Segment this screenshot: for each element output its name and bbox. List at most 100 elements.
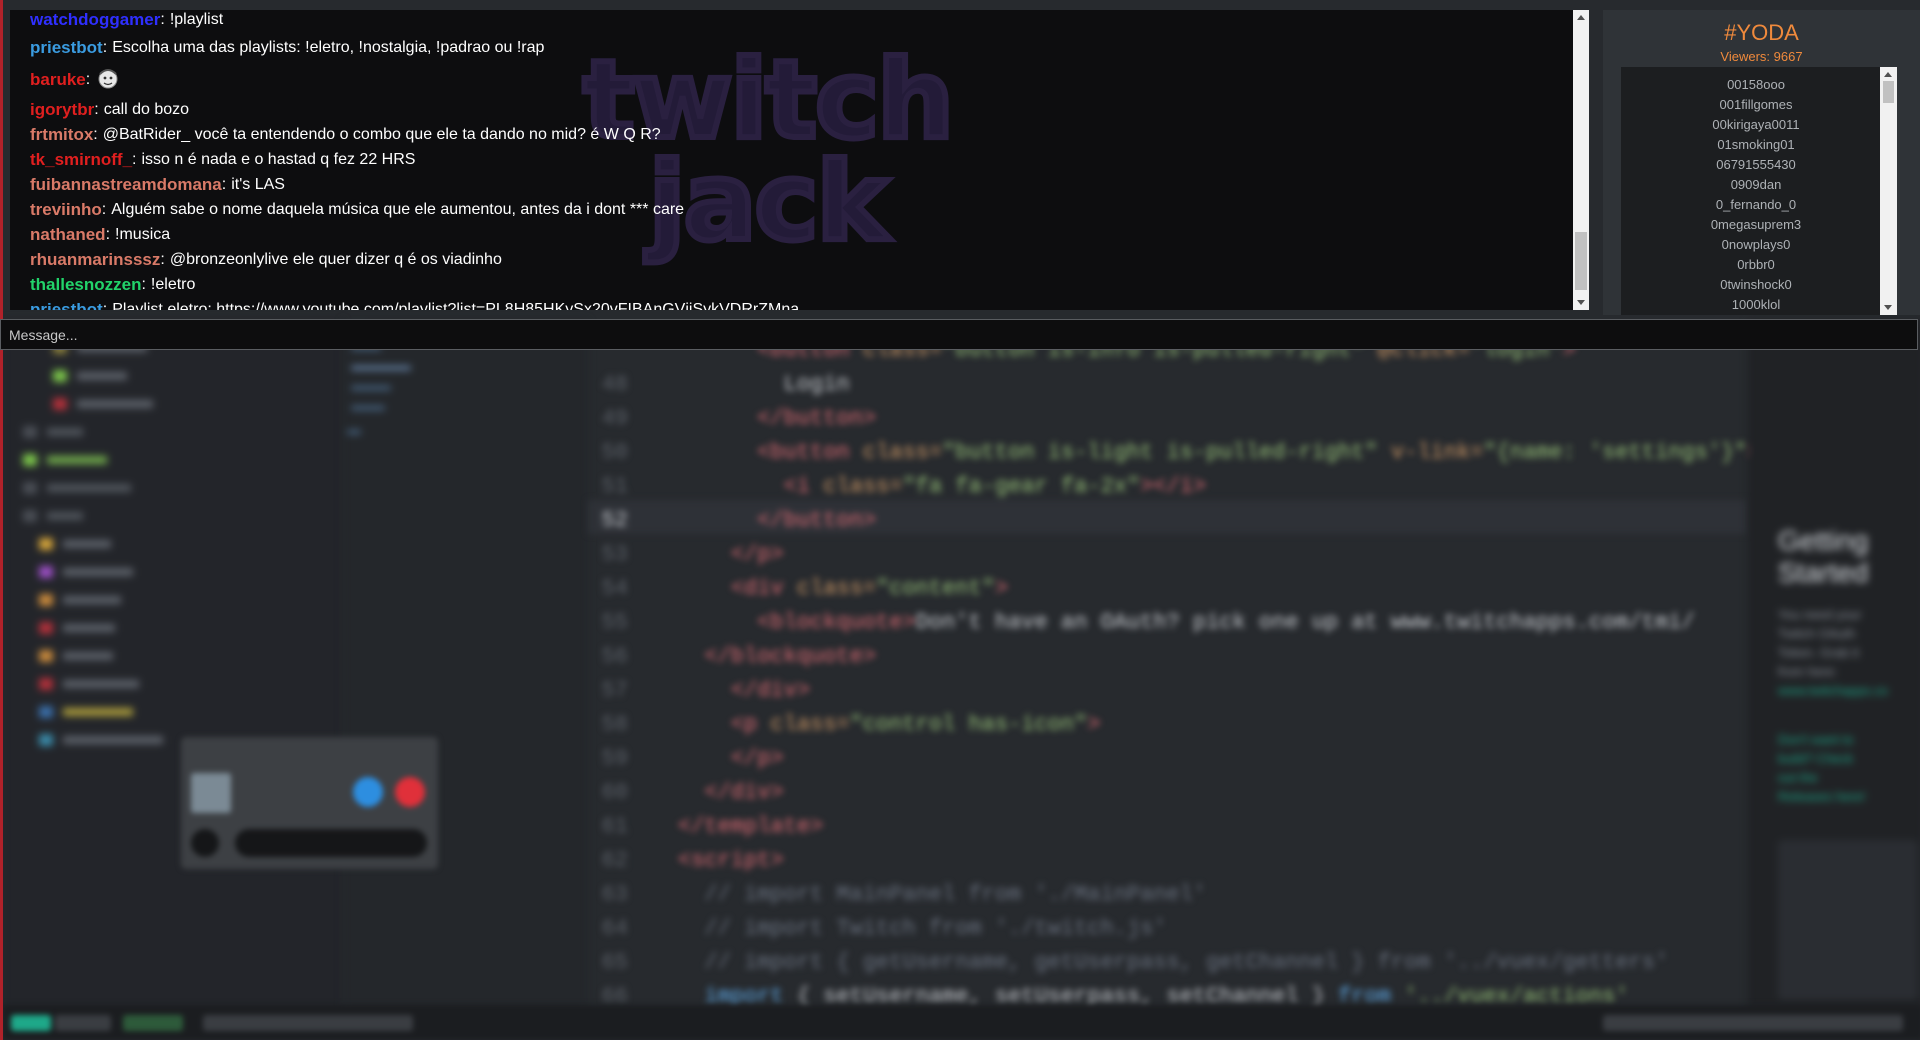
chat-message: nathaned: !musica <box>30 222 170 247</box>
tree-row <box>23 424 83 440</box>
tree-row <box>53 368 127 384</box>
chat-message: baruke: <box>30 67 119 92</box>
chat-separator: : <box>132 150 137 168</box>
user-list-item[interactable]: 001fillgomes <box>1621 97 1891 112</box>
code-editor: 48 49 50 51 52 53 54 55 56 57 58 59 60 6… <box>588 320 1761 1010</box>
chat-panel: twitch jack watchdoggamer: !playlist priest… <box>10 10 1573 310</box>
file-icon <box>39 650 53 662</box>
tree-row <box>39 648 113 664</box>
tree-row <box>39 732 163 748</box>
user-list-item[interactable]: 0909dan <box>1621 177 1891 192</box>
file-icon <box>39 566 53 578</box>
readme-preview: Getting Started You need your Twitch OAuth… <box>1748 320 1920 1010</box>
chat-separator: : <box>141 275 146 293</box>
chat-message: tk_smirnoff_: isso n é nada e o hastad q … <box>30 147 415 172</box>
user-list-item[interactable]: 0rbbr0 <box>1621 257 1891 272</box>
chat-separator: : <box>85 70 91 88</box>
user-list[interactable]: 00158ooo 001fillgomes 00kirigaya0011 01smok… <box>1621 67 1891 315</box>
avatar-emote-icon <box>97 66 119 94</box>
user-list-scrollbar[interactable] <box>1880 67 1897 315</box>
chat-message: fuibannastreamdomana: it's LAS <box>30 172 285 197</box>
chat-username[interactable]: baruke <box>30 70 86 90</box>
tree-row <box>53 396 153 412</box>
chat-username[interactable]: watchdoggamer <box>30 10 160 30</box>
chat-separator: : <box>93 125 98 143</box>
user-list-item[interactable]: 0megasuprem3 <box>1621 217 1891 232</box>
scroll-down-icon[interactable] <box>1577 300 1585 305</box>
user-list-item[interactable]: 0twinshock0 <box>1621 277 1891 292</box>
chat-message-text: isso n é nada e o hastad q fez 22 HRS <box>141 150 416 168</box>
scroll-up-icon[interactable] <box>1884 72 1892 77</box>
user-list-item[interactable]: 06791555430 <box>1621 157 1891 172</box>
file-icon <box>53 398 67 410</box>
chat-message-text: !eletro <box>150 275 196 293</box>
chat-username[interactable]: igorytbr <box>30 100 94 120</box>
folder-icon <box>23 454 37 466</box>
chat-message: thallesnozzen: !eletro <box>30 272 195 297</box>
chat-username[interactable]: nathaned <box>30 225 106 245</box>
user-list-item[interactable]: 0nowplays0 <box>1621 237 1891 252</box>
chat-username[interactable]: frtmitox <box>30 125 93 145</box>
chat-username[interactable]: tk_smirnoff_ <box>30 150 132 170</box>
user-list-item[interactable]: 0_fernando_0 <box>1621 197 1891 212</box>
chat-scrollbar[interactable] <box>1573 10 1589 310</box>
chat-message: frtmitox: @BatRider_ você ta entendendo o… <box>30 122 661 147</box>
screen-share-widget <box>181 737 438 869</box>
user-list-item[interactable]: 00kirigaya0011 <box>1621 117 1891 132</box>
file-tree <box>3 320 343 1010</box>
folder-icon <box>23 510 37 522</box>
file-icon <box>39 594 53 606</box>
user-list-item[interactable]: 00158ooo <box>1621 77 1891 92</box>
file-icon <box>39 678 53 690</box>
status-bar <box>3 1005 1920 1040</box>
tree-row <box>23 508 83 524</box>
chat-message-text: Escolha uma das playlists: !eletro, !nos… <box>112 38 545 56</box>
chat-username[interactable]: priestbot <box>30 38 103 58</box>
scroll-thumb[interactable] <box>1883 81 1894 103</box>
channel-panel: #YODA Viewers: 9667 00158ooo 001fillgomes… <box>1603 10 1920 315</box>
chat-message: watchdoggamer: !playlist <box>30 10 223 32</box>
chat-separator: : <box>160 250 165 268</box>
scroll-up-icon[interactable] <box>1577 15 1585 20</box>
chat-message: igorytbr: call do bozo <box>30 97 189 122</box>
file-icon <box>39 538 53 550</box>
chat-username[interactable]: treviinho <box>30 200 102 220</box>
chat-message-text: it's LAS <box>231 175 285 193</box>
tree-row <box>39 676 139 692</box>
chat-username[interactable]: rhuanmarinsssz <box>30 250 160 270</box>
file-icon <box>53 370 67 382</box>
user-list-item[interactable]: 1000klol <box>1621 297 1891 312</box>
folder-icon <box>23 482 37 494</box>
chat-username[interactable]: thallesnozzen <box>30 275 141 295</box>
chat-separator: : <box>160 10 165 28</box>
file-icon <box>39 622 53 634</box>
chat-username[interactable]: priestbot <box>30 300 103 311</box>
chat-message-text: call do bozo <box>103 100 190 118</box>
file-icon <box>39 734 53 746</box>
message-input[interactable] <box>0 319 1918 350</box>
user-list-item[interactable]: 01smoking01 <box>1621 137 1891 152</box>
tree-row <box>39 592 121 608</box>
chat-separator: : <box>102 38 108 56</box>
chat-message-text: @bronzeonlylive ele quer dizer q é os vi… <box>169 250 502 268</box>
chat-separator: : <box>94 100 99 118</box>
tree-row <box>39 704 133 720</box>
chat-message-text: Playlist eletro: https://www.youtube.com… <box>112 300 800 311</box>
scroll-down-icon[interactable] <box>1884 305 1892 310</box>
chat-message: priestbot: Escolha uma das playlists: !el… <box>30 35 544 60</box>
tree-row <box>39 564 133 580</box>
minimap <box>343 320 588 1010</box>
chat-separator: : <box>102 300 108 311</box>
chat-message: priestbot: Playlist eletro: https://www.y… <box>30 297 800 311</box>
tree-row <box>39 536 111 552</box>
chat-message: rhuanmarinsssz: @bronzeonlylive ele quer … <box>30 247 502 272</box>
scroll-thumb[interactable] <box>1575 232 1587 290</box>
tree-row <box>23 452 107 468</box>
chat-message-text: !musica <box>115 225 171 243</box>
chat-message: treviinho: Alguém sabe o nome daquela mús… <box>30 197 684 222</box>
tree-row <box>39 620 115 636</box>
chat-separator: : <box>105 225 111 243</box>
twitch-jack-logo: twitch jack <box>580 38 957 265</box>
chat-message-text: @BatRider_ você ta entendendo o combo qu… <box>102 125 661 143</box>
chat-username[interactable]: fuibannastreamdomana <box>30 175 222 195</box>
